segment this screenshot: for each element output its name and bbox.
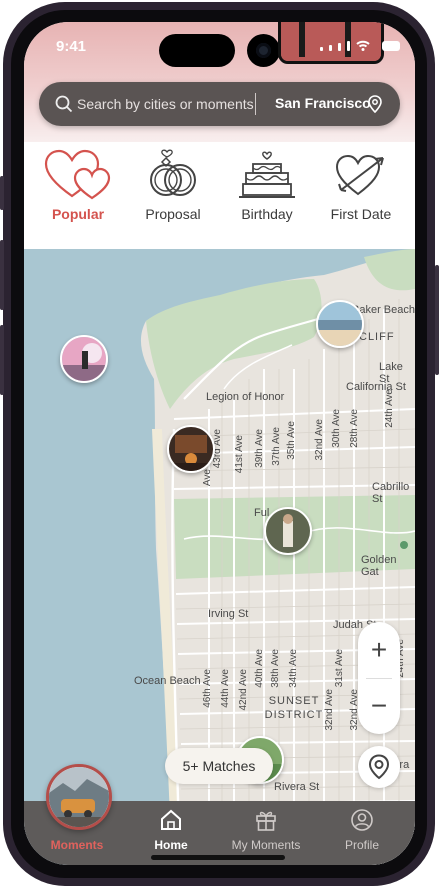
battery-icon xyxy=(382,41,400,51)
map-label-cliff: CLIFF xyxy=(359,331,395,343)
screen: 9:41 Search by cities or moments San Fra… xyxy=(24,22,415,865)
map-label-avenue: 37th Ave xyxy=(271,427,282,466)
wifi-icon xyxy=(356,40,370,51)
category-first-date[interactable]: First Date xyxy=(316,148,406,222)
heart-arrow-icon xyxy=(335,154,384,196)
map-label-avenue: 44th Ave xyxy=(220,669,231,708)
zoom-out-button[interactable]: − xyxy=(358,678,400,734)
category-label: Birthday xyxy=(241,206,293,222)
map-label-ocean-beach: Ocean Beach xyxy=(134,675,201,687)
side-button xyxy=(0,176,4,210)
volume-down-button xyxy=(0,325,4,395)
camera-icon xyxy=(247,34,280,67)
zoom-in-button[interactable]: + xyxy=(358,622,400,678)
moment-pin[interactable] xyxy=(167,425,215,473)
category-popular[interactable]: Popular xyxy=(33,148,123,222)
volume-up-button xyxy=(0,240,4,310)
zoom-control: + − xyxy=(358,622,400,734)
map-label-rivera-st: Rivera St xyxy=(274,781,320,793)
tab-label: Profile xyxy=(344,838,379,852)
map-label-avenue: 30th Ave xyxy=(331,409,342,448)
map-label-avenue: 34th Ave xyxy=(288,649,299,688)
tab-label: Moments xyxy=(50,838,104,852)
map-label-california-st: California St xyxy=(346,381,406,393)
map-label-avenue: 35th Ave xyxy=(286,421,297,460)
tab-label: My Moments xyxy=(231,838,301,852)
map-label-avenue: 28th Ave xyxy=(349,409,360,448)
map-label-irving-st: Irving St xyxy=(208,608,249,620)
profile-icon xyxy=(351,809,373,831)
map-label-avenue: 40th Ave xyxy=(254,649,265,688)
status-icons xyxy=(320,40,400,51)
gift-icon xyxy=(256,811,276,831)
category-label: Proposal xyxy=(145,206,201,222)
map-label-avenue: 32nd Ave xyxy=(314,419,325,461)
map-label-avenue: 38th Ave xyxy=(270,649,281,688)
power-button xyxy=(435,265,439,375)
moment-pin[interactable] xyxy=(316,300,364,348)
tab-label: Home xyxy=(154,838,188,852)
map-label-sunset-district: SUNSET DISTRICT xyxy=(264,695,324,721)
search-bar[interactable]: Search by cities or moments San Francisc… xyxy=(39,82,400,126)
search-input[interactable]: Search by cities or moments xyxy=(77,96,254,112)
home-indicator xyxy=(151,855,285,860)
map-label-avenue: 24th Ave xyxy=(384,389,395,428)
location-pin-icon[interactable] xyxy=(368,95,382,113)
category-birthday[interactable]: Birthday xyxy=(222,148,312,222)
two-hearts-icon xyxy=(44,149,111,200)
moment-pin[interactable] xyxy=(264,507,312,555)
dynamic-island xyxy=(159,34,235,67)
map-label-avenue: 46th Ave xyxy=(202,669,213,708)
category-label: Popular xyxy=(51,206,105,222)
moment-pin[interactable] xyxy=(60,335,108,383)
category-proposal[interactable]: Proposal xyxy=(128,148,218,222)
category-label: First Date xyxy=(330,206,392,222)
map-label-avenue: 31st Ave xyxy=(334,649,345,688)
map-label-ave-48: Ave xyxy=(202,469,213,487)
locate-button[interactable] xyxy=(358,746,400,788)
search-icon xyxy=(55,95,73,113)
cake-icon xyxy=(239,151,295,198)
matches-button[interactable]: 5+ Matches xyxy=(165,748,273,784)
map-label-cabrillo-st: Cabrillo St xyxy=(372,481,410,505)
city-selector[interactable]: San Francisco xyxy=(275,95,371,111)
map-label-legion-of-honor: Legion of Honor xyxy=(206,391,285,403)
location-pin-icon xyxy=(368,754,390,780)
rings-icon xyxy=(150,149,196,196)
category-bar: Popular Proposal Birthday First Date xyxy=(24,144,415,249)
map-label-avenue: 39th Ave xyxy=(254,429,265,468)
map-label-avenue: 32nd Ave xyxy=(324,689,335,731)
status-time: 9:41 xyxy=(56,38,87,55)
map-label-avenue: 41st Ave xyxy=(234,435,245,474)
moments-avatar[interactable] xyxy=(46,764,112,830)
map-label-avenue: 42nd Ave xyxy=(238,669,249,711)
map-label-golden-gate: Golden Gat xyxy=(361,554,397,578)
home-icon xyxy=(161,809,181,830)
